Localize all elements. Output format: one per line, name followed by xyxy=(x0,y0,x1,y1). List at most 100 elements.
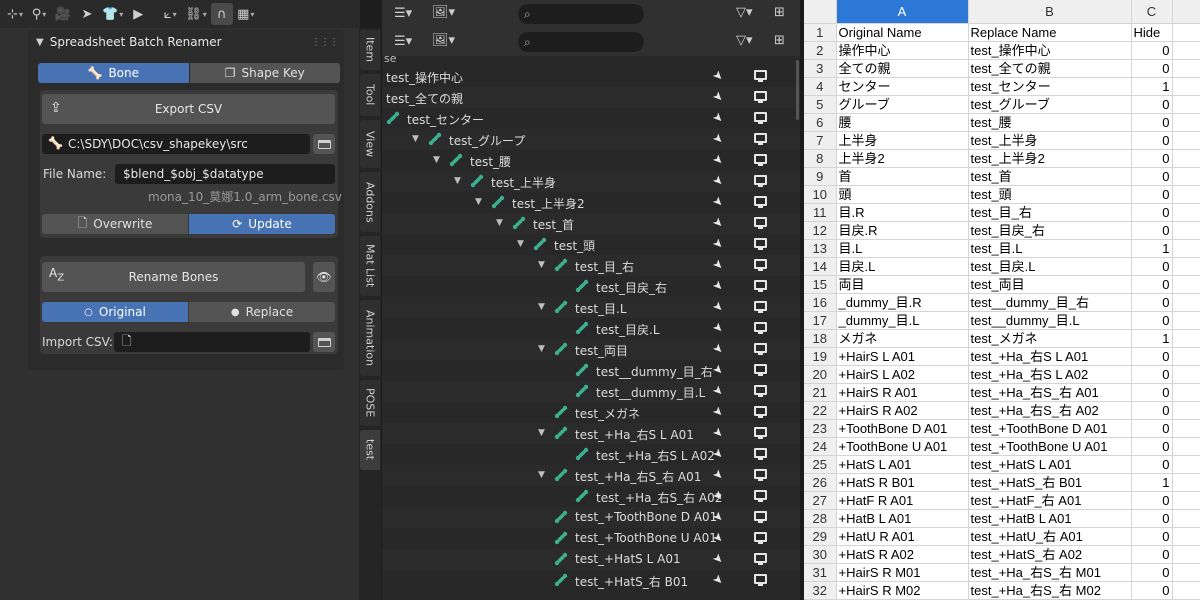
tab-tool[interactable]: Tool xyxy=(360,74,380,116)
row-header[interactable]: 25 xyxy=(804,455,837,474)
table-cell-empty[interactable] xyxy=(1172,293,1200,312)
shirt-icon[interactable]: 👕 ▾ xyxy=(100,3,125,25)
column-header[interactable]: A xyxy=(836,0,969,24)
outliner-row[interactable]: test_+HatS_右 B01 ➤ xyxy=(382,570,800,591)
row-header[interactable]: 31 xyxy=(804,563,837,582)
outliner-row[interactable]: test_+ToothBone U A01 ➤ xyxy=(382,528,800,549)
outliner-row[interactable]: ▼ test_両目 ➤ xyxy=(382,339,800,360)
table-cell-empty[interactable] xyxy=(1172,257,1200,276)
tab-view[interactable]: View xyxy=(360,120,380,168)
row-header[interactable]: 8 xyxy=(804,149,837,168)
table-cell[interactable]: test_+HatS L A01 xyxy=(968,455,1132,474)
monitor-visibility-icon[interactable] xyxy=(754,259,767,271)
chevron-down-icon[interactable]: ▼ xyxy=(36,37,44,48)
table-cell[interactable]: 1 xyxy=(1131,77,1173,96)
update-button[interactable]: ⟳ Update xyxy=(189,214,335,234)
monitor-visibility-icon[interactable] xyxy=(754,532,767,544)
table-cell[interactable]: 0 xyxy=(1131,545,1173,564)
table-cell[interactable]: Hide xyxy=(1131,23,1173,42)
table-cell[interactable]: 腰 xyxy=(836,113,969,132)
table-cell[interactable]: 0 xyxy=(1131,383,1173,402)
outliner-search-input[interactable]: ⌕ xyxy=(518,4,644,24)
filter-icon[interactable]: ▽▾ xyxy=(736,5,753,20)
selectable-toggle-icon[interactable]: ➤ xyxy=(710,235,727,252)
monitor-visibility-icon[interactable] xyxy=(754,553,767,565)
outliner-row[interactable]: ▼ test_首 ➤ xyxy=(382,213,800,234)
monitor-visibility-icon[interactable] xyxy=(754,196,767,208)
monitor-visibility-icon[interactable] xyxy=(754,469,767,481)
original-mode-button[interactable]: ○ Original xyxy=(42,302,188,322)
outliner-search-input-2[interactable]: ⌕ xyxy=(518,32,644,52)
row-header[interactable]: 17 xyxy=(804,311,837,330)
table-cell[interactable]: test_目戻.L xyxy=(968,257,1132,276)
selectable-toggle-icon[interactable]: ➤ xyxy=(710,172,727,189)
selectable-toggle-icon[interactable]: ➤ xyxy=(710,67,727,84)
table-cell[interactable]: test_+HatS_右 A02 xyxy=(968,545,1132,564)
outliner-row[interactable]: ▼ test_上半身2 ➤ xyxy=(382,192,800,213)
monitor-visibility-icon[interactable] xyxy=(754,511,767,523)
table-cell-empty[interactable] xyxy=(1172,347,1200,366)
outliner-row[interactable]: ▼ test_+Ha_右S L A01 ➤ xyxy=(382,423,800,444)
table-cell-empty[interactable] xyxy=(1172,455,1200,474)
expand-arrow-icon[interactable]: ▼ xyxy=(433,155,440,165)
table-cell[interactable]: test_目戻_右 xyxy=(968,221,1132,240)
row-header[interactable]: 28 xyxy=(804,509,837,528)
row-header[interactable]: 16 xyxy=(804,293,837,312)
outliner-row[interactable]: test_+ToothBone D A01 ➤ xyxy=(382,507,800,528)
table-cell[interactable]: 0 xyxy=(1131,257,1173,276)
overwrite-button[interactable]: 🗋 Overwrite xyxy=(42,214,188,234)
table-cell[interactable]: _dummy_目.R xyxy=(836,293,969,312)
outliner-row[interactable]: test_センター ➤ xyxy=(382,108,800,129)
table-cell[interactable]: test_腰 xyxy=(968,113,1132,132)
camera-icon[interactable]: 🎥 xyxy=(52,3,74,25)
table-cell[interactable]: 0 xyxy=(1131,365,1173,384)
table-cell[interactable]: test_センター xyxy=(968,77,1132,96)
outliner-row[interactable]: test__dummy_目_右 ➤ xyxy=(382,360,800,381)
table-cell[interactable]: 0 xyxy=(1131,419,1173,438)
expand-arrow-icon[interactable]: ▼ xyxy=(538,260,545,270)
row-header[interactable]: 9 xyxy=(804,167,837,186)
selectable-toggle-icon[interactable]: ➤ xyxy=(710,466,727,483)
table-cell[interactable]: 目.R xyxy=(836,203,969,222)
table-cell[interactable]: 全ての親 xyxy=(836,59,969,78)
file-name-field[interactable]: $blend_$obj_$datatype xyxy=(115,164,335,184)
table-cell[interactable]: グルーブ xyxy=(836,95,969,114)
table-cell[interactable]: 目.L xyxy=(836,239,969,258)
display-mode-icon[interactable]: ☰▾ xyxy=(394,34,412,49)
new-collection-icon[interactable]: ⊞ xyxy=(774,5,785,20)
selectable-toggle-icon[interactable]: ➤ xyxy=(710,214,727,231)
row-header[interactable]: 19 xyxy=(804,347,837,366)
monitor-visibility-icon[interactable] xyxy=(754,427,767,439)
row-header[interactable]: 27 xyxy=(804,491,837,510)
selectable-toggle-icon[interactable]: ➤ xyxy=(710,571,727,588)
table-cell[interactable]: 上半身 xyxy=(836,131,969,150)
monitor-visibility-icon[interactable] xyxy=(754,217,767,229)
table-cell-empty[interactable] xyxy=(1172,185,1200,204)
row-header[interactable]: 4 xyxy=(804,77,837,96)
table-cell[interactable]: 0 xyxy=(1131,347,1173,366)
table-cell-empty[interactable] xyxy=(1172,473,1200,492)
selectable-toggle-icon[interactable]: ➤ xyxy=(710,193,727,210)
export-path-field[interactable]: 🦴 C:\SDY\DOC\csv_shapekey\src xyxy=(42,134,310,154)
monitor-visibility-icon[interactable] xyxy=(754,385,767,397)
table-cell[interactable]: test_+Ha_右S_右 M01 xyxy=(968,563,1132,582)
outliner-row[interactable]: ▼ test_頭 ➤ xyxy=(382,234,800,255)
tab-addons[interactable]: Addons xyxy=(360,172,380,232)
table-cell[interactable]: 0 xyxy=(1131,167,1173,186)
drag-grip-icon[interactable]: ⋮⋮⋮ xyxy=(311,37,339,48)
row-header[interactable]: 29 xyxy=(804,527,837,546)
table-cell-empty[interactable] xyxy=(1172,239,1200,258)
monitor-visibility-icon[interactable] xyxy=(754,574,767,586)
table-cell[interactable]: test_+ToothBone U A01 xyxy=(968,437,1132,456)
row-header[interactable]: 11 xyxy=(804,203,837,222)
table-cell[interactable]: 1 xyxy=(1131,239,1173,258)
table-cell[interactable]: 0 xyxy=(1131,149,1173,168)
link-icon[interactable]: ⛓ ▾ xyxy=(183,3,209,25)
table-cell-empty[interactable] xyxy=(1172,131,1200,150)
expand-arrow-icon[interactable]: ▼ xyxy=(454,176,461,186)
table-cell[interactable]: _dummy_目.L xyxy=(836,311,969,330)
selectable-toggle-icon[interactable]: ➤ xyxy=(710,151,727,168)
row-header[interactable]: 13 xyxy=(804,239,837,258)
selectable-toggle-icon[interactable]: ➤ xyxy=(710,298,727,315)
table-cell[interactable]: 目戻.R xyxy=(836,221,969,240)
